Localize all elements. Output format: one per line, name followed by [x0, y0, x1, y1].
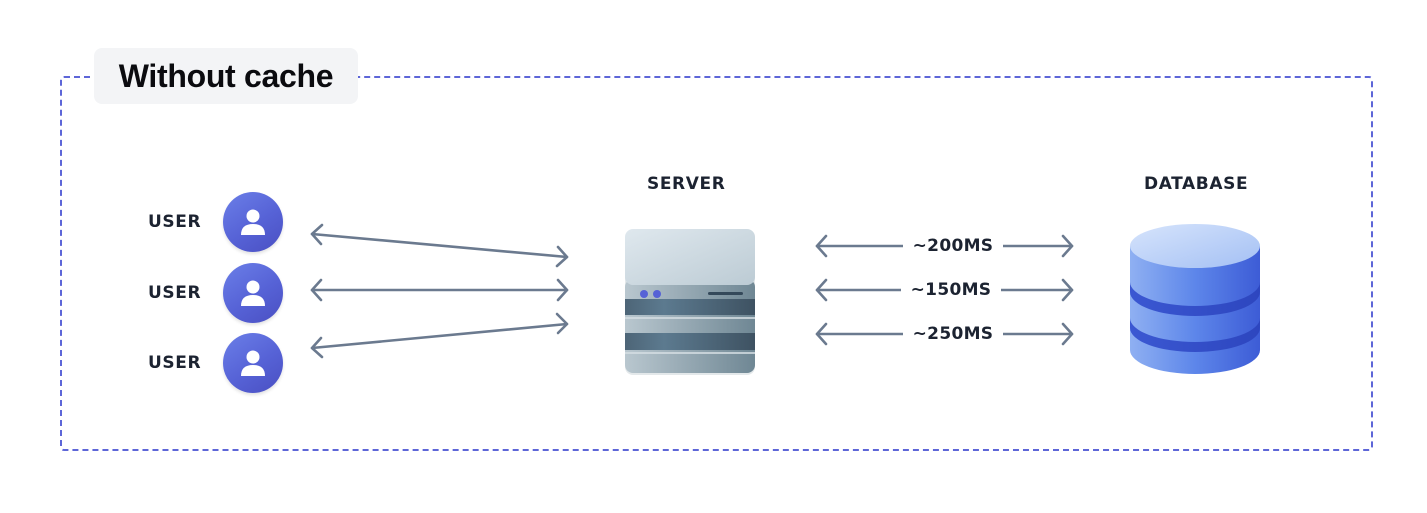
- latency-label-3: ~250MS: [903, 324, 1003, 344]
- arrow-user2-server: [310, 278, 569, 302]
- server-icon: [625, 229, 755, 375]
- arrow-user1-server: [310, 223, 569, 268]
- database-label: DATABASE: [1144, 174, 1249, 194]
- server-label: SERVER: [647, 174, 726, 194]
- latency-label-2: ~150MS: [901, 280, 1001, 300]
- latency-label-1: ~200MS: [903, 236, 1003, 256]
- database-icon: [1130, 224, 1260, 374]
- arrow-user3-server: [310, 312, 569, 359]
